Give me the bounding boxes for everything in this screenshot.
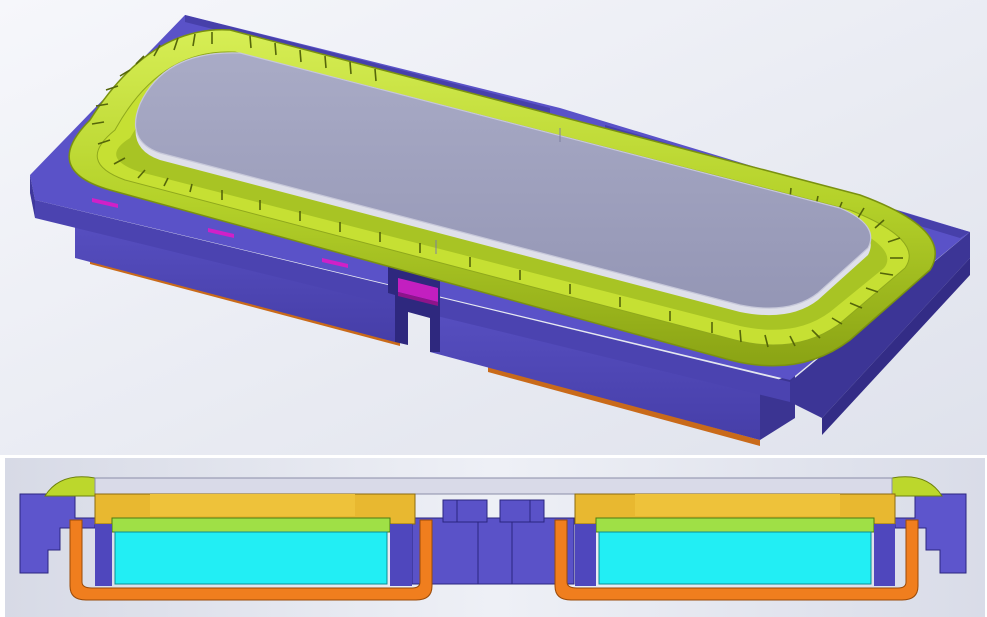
isometric-drawing (0, 0, 987, 455)
gap-left-outer (95, 524, 112, 586)
diaphragm-section (94, 477, 893, 495)
isometric-view[interactable] (0, 0, 987, 455)
frame-section-center (411, 517, 575, 585)
section-drawing (5, 458, 985, 617)
gap-right-inner (575, 524, 596, 586)
terminal-right (499, 499, 545, 523)
top-plate-right (595, 517, 875, 533)
magnet-right (598, 531, 872, 585)
top-plate-left (111, 517, 391, 533)
gap-left-inner (390, 524, 412, 586)
magnet-left (114, 531, 388, 585)
coil-inner-left (150, 494, 355, 516)
coil-inner-right (635, 494, 840, 516)
cross-section-view[interactable] (0, 458, 987, 617)
cad-viewport (0, 0, 987, 617)
terminal-left (442, 499, 488, 523)
gap-right-outer (874, 524, 895, 586)
